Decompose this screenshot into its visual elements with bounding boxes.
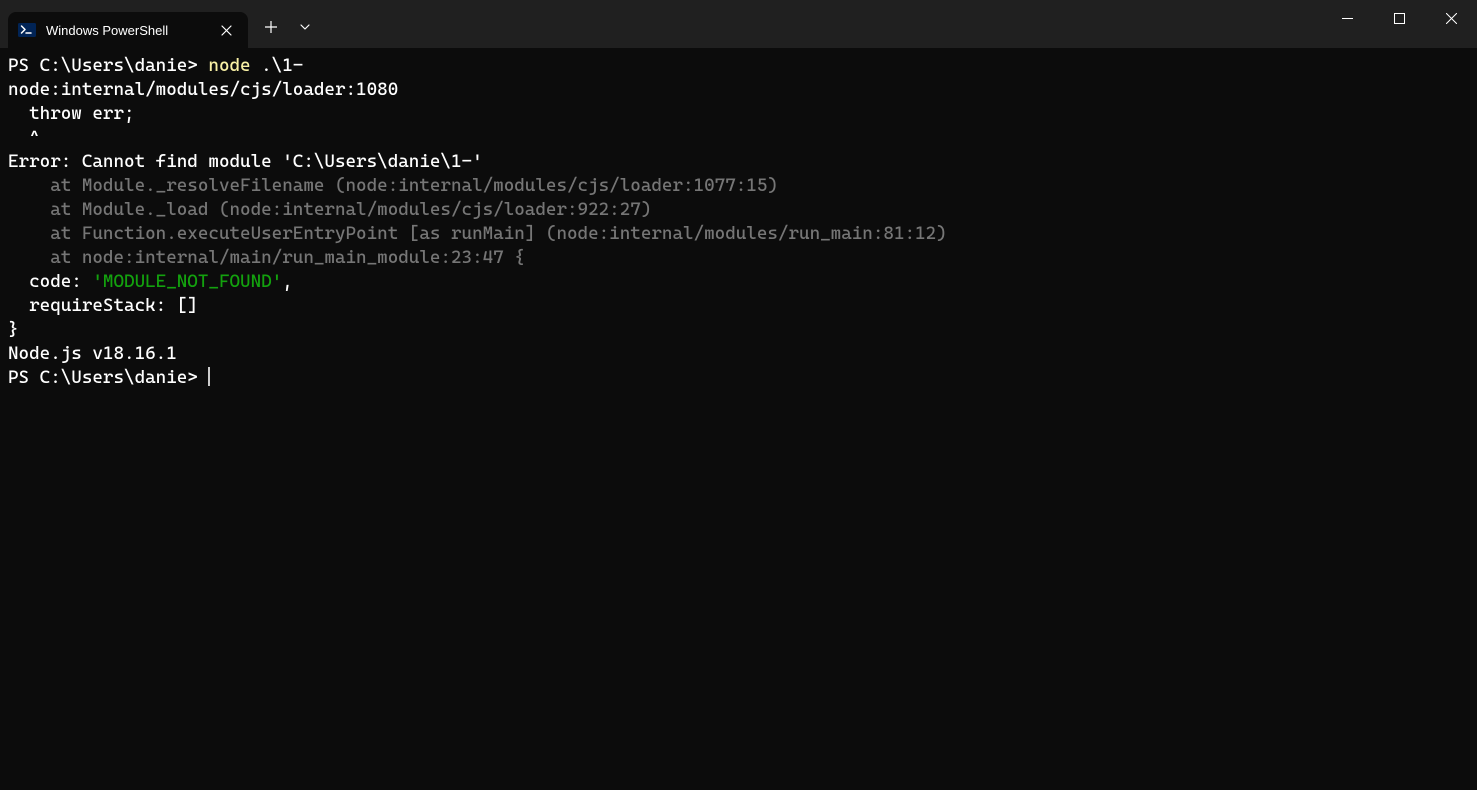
error-code: 'MODULE_NOT_FOUND'	[92, 271, 282, 292]
cursor	[208, 367, 210, 386]
output-line: }	[8, 318, 1469, 342]
minimize-button[interactable]	[1321, 0, 1373, 36]
version-line: Node.js v18.16.1	[8, 342, 1469, 366]
close-window-button[interactable]	[1425, 0, 1477, 36]
tab-active[interactable]: Windows PowerShell	[8, 12, 248, 48]
prompt-text: PS C:\Users\danie>	[8, 367, 208, 388]
powershell-icon	[18, 21, 36, 39]
titlebar-left: Windows PowerShell	[0, 0, 322, 48]
output-line: throw err;	[8, 102, 1469, 126]
stack-line: at Module._load (node:internal/modules/c…	[8, 198, 1469, 222]
stack-line: at Function.executeUserEntryPoint [as ru…	[8, 222, 1469, 246]
tab-title: Windows PowerShell	[46, 23, 206, 38]
maximize-button[interactable]	[1373, 0, 1425, 36]
output-line: ^	[8, 126, 1469, 150]
comma: ,	[282, 271, 293, 292]
close-tab-icon[interactable]	[216, 20, 236, 40]
stack-line: at node:internal/main/run_main_module:23…	[8, 246, 1469, 270]
arg-text: .\1-	[261, 55, 303, 76]
error-line: Error: Cannot find module 'C:\Users\dani…	[8, 150, 1469, 174]
new-tab-button[interactable]	[254, 10, 288, 44]
code-label: code:	[8, 271, 92, 292]
window-controls	[1321, 0, 1477, 48]
command-text: node	[208, 55, 261, 76]
output-line: node:internal/modules/cjs/loader:1080	[8, 78, 1469, 102]
titlebar: Windows PowerShell	[0, 0, 1477, 48]
output-line: requireStack: []	[8, 294, 1469, 318]
stack-line: at Module._resolveFilename (node:interna…	[8, 174, 1469, 198]
prompt-text: PS C:\Users\danie>	[8, 55, 208, 76]
terminal-output[interactable]: PS C:\Users\danie> node .\1-node:interna…	[0, 48, 1477, 396]
tab-dropdown-button[interactable]	[288, 10, 322, 44]
